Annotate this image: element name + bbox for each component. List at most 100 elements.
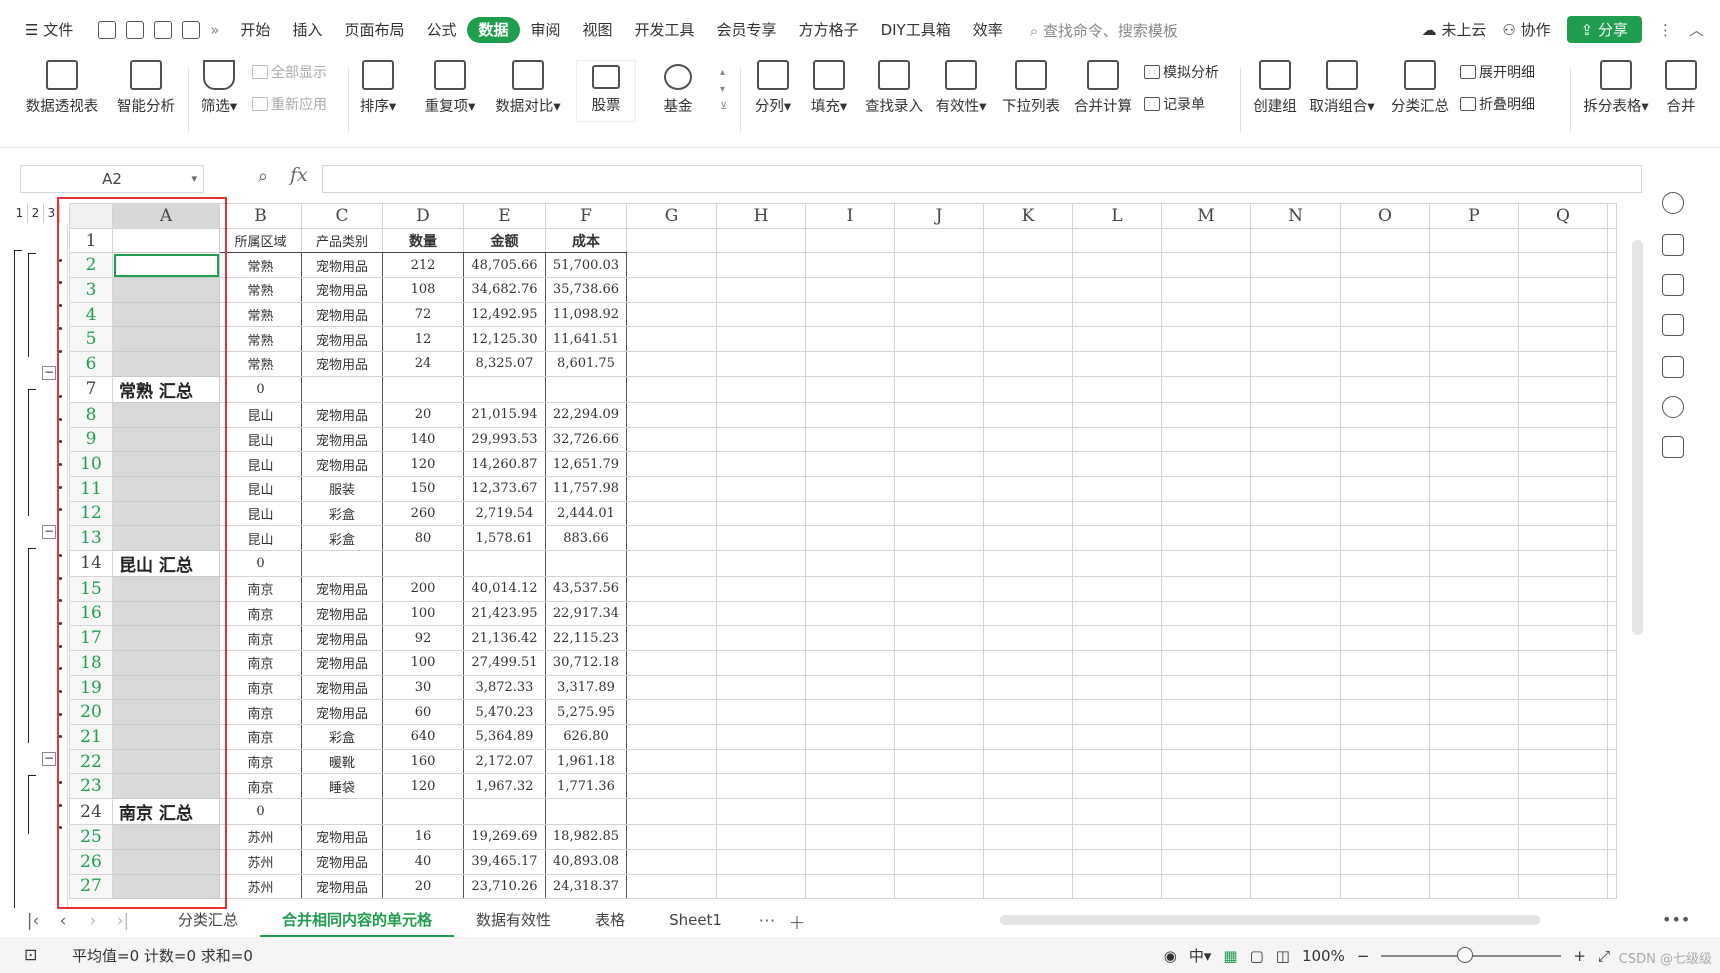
data-cell[interactable]: 22,294.09 [545,401,627,428]
column-header[interactable]: J [894,203,984,229]
search-command[interactable]: ⌕ 查找命令、搜索模板 [1030,20,1178,41]
empty-cell[interactable] [1518,600,1608,627]
empty-cell[interactable] [1161,773,1251,800]
empty-cell[interactable] [1607,326,1617,353]
empty-cell[interactable] [626,674,717,701]
empty-cell[interactable] [716,575,806,602]
empty-cell[interactable] [1072,351,1162,377]
data-cell[interactable]: 南京 [219,724,302,750]
empty-cell[interactable] [626,401,717,428]
empty-cell[interactable] [1607,351,1617,377]
empty-cell[interactable] [983,326,1073,353]
empty-cell[interactable] [1340,699,1430,726]
empty-cell[interactable] [1340,227,1430,254]
empty-cell[interactable] [716,873,806,900]
empty-cell[interactable] [1161,873,1251,900]
row-header[interactable]: 5 [69,326,113,353]
empty-cell[interactable] [1340,798,1430,826]
empty-cell[interactable] [894,600,984,627]
empty-cell[interactable] [1340,500,1430,527]
compass-icon[interactable] [1662,396,1684,418]
data-cell[interactable]: 南京 [219,600,302,627]
data-cell[interactable]: 宠物用品 [301,600,383,627]
empty-cell[interactable] [1518,848,1608,875]
row-header[interactable]: 26 [69,848,113,875]
data-cell[interactable]: 苏州 [219,824,302,850]
empty-cell[interactable] [626,326,717,353]
empty-cell[interactable] [1607,301,1617,328]
empty-cell[interactable] [626,500,717,527]
empty-cell[interactable] [1072,600,1162,627]
image-tool-icon[interactable] [1662,356,1684,378]
export-pdf-icon[interactable] [126,21,145,39]
empty-cell[interactable] [894,252,984,279]
empty-cell[interactable] [1607,277,1617,303]
empty-cell[interactable] [1072,650,1162,676]
empty-cell[interactable] [1607,748,1617,775]
column-header[interactable]: O [1340,203,1430,229]
empty-cell[interactable] [626,798,717,826]
empty-cell[interactable] [1340,252,1430,279]
empty-cell[interactable] [716,351,806,377]
empty-cell[interactable] [716,724,806,750]
empty-cell[interactable] [1429,301,1519,328]
empty-cell[interactable] [805,748,895,775]
empty-cell[interactable] [1340,824,1430,850]
empty-cell[interactable] [1518,525,1608,551]
show-all-button[interactable]: 全部显示 [252,62,327,82]
empty-cell[interactable] [1072,227,1162,254]
column-header[interactable]: B [219,203,302,229]
empty-cell[interactable] [626,724,717,750]
data-cell[interactable]: 苏州 [219,873,302,900]
summary-label-cell[interactable]: 昆山 汇总 [112,549,220,577]
empty-cell[interactable] [1250,824,1341,850]
data-cell[interactable]: 昆山 [219,525,302,551]
empty-cell[interactable] [1518,451,1608,477]
menu-tab[interactable]: 开发工具 [624,17,706,43]
empty-cell[interactable] [805,277,895,303]
empty-cell[interactable] [1161,451,1251,477]
data-cell[interactable] [545,375,627,403]
empty-cell[interactable] [626,773,717,800]
row-header[interactable]: 27 [69,873,113,900]
empty-cell[interactable] [1518,351,1608,377]
empty-cell[interactable] [983,475,1073,502]
data-cell[interactable]: 宠物用品 [301,625,383,651]
sheet-tab[interactable]: 表格 [573,905,647,937]
empty-cell[interactable] [1340,674,1430,701]
empty-cell[interactable] [1607,650,1617,676]
column-title-cell[interactable]: 成本 [545,227,627,254]
empty-cell[interactable] [1161,549,1251,577]
empty-cell[interactable] [894,277,984,303]
empty-cell[interactable] [1072,375,1162,403]
column-header[interactable]: P [1429,203,1519,229]
empty-cell[interactable] [1250,873,1341,900]
empty-cell[interactable] [983,301,1073,328]
sheet-tab[interactable]: 数据有效性 [454,905,573,937]
cell-a[interactable] [112,873,220,900]
data-cell[interactable]: 宠物用品 [301,451,383,477]
column-header[interactable]: G [626,203,717,229]
data-cell[interactable]: 常熟 [219,301,302,328]
data-cell[interactable]: 5,470.23 [463,699,546,726]
empty-cell[interactable] [983,525,1073,551]
empty-cell[interactable] [1161,326,1251,353]
data-cell[interactable]: 40 [382,848,464,875]
page-break-icon[interactable]: ◫ [1276,947,1290,965]
empty-cell[interactable] [805,625,895,651]
empty-cell[interactable] [1072,525,1162,551]
row-header[interactable]: 15 [69,575,113,602]
empty-cell[interactable] [716,748,806,775]
empty-cell[interactable] [1072,798,1162,826]
collapse-group-button[interactable]: − [42,752,56,767]
data-cell[interactable]: 宠物用品 [301,575,383,602]
data-cell[interactable]: 22,917.34 [545,600,627,627]
empty-cell[interactable] [626,600,717,627]
data-cell[interactable]: 宠物用品 [301,252,383,279]
empty-cell[interactable] [1518,824,1608,850]
sheet-tab[interactable]: 分类汇总 [156,905,260,937]
empty-cell[interactable] [1340,301,1430,328]
empty-cell[interactable] [983,277,1073,303]
horizontal-scrollbar[interactable] [985,913,1595,927]
empty-cell[interactable] [1072,426,1162,453]
